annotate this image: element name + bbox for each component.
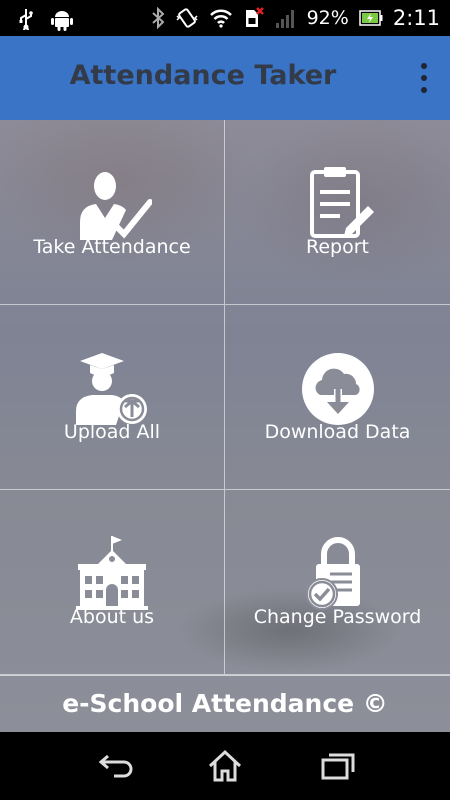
android-icon	[51, 11, 73, 31]
report-tile[interactable]: Report	[225, 120, 450, 305]
overflow-menu-icon	[421, 63, 427, 69]
usb-icon	[19, 9, 33, 30]
vibrate-icon	[176, 8, 198, 28]
school-building-icon	[76, 536, 148, 610]
bluetooth-icon	[151, 7, 165, 29]
graduate-upload-icon	[76, 353, 147, 425]
lock-check-icon	[305, 537, 360, 610]
dashboard-content: Take Attendance Report Upload All Downlo…	[0, 120, 450, 732]
home-icon[interactable]	[205, 748, 245, 784]
footer-brand: e-School Attendance ©	[0, 675, 450, 732]
download-data-label: Download Data	[264, 421, 411, 443]
teacher-check-icon	[80, 172, 152, 240]
clock: 2:11	[392, 6, 440, 30]
download-data-tile[interactable]: Download Data	[225, 305, 450, 490]
upload-all-label: Upload All	[63, 421, 161, 443]
about-us-label: About us	[69, 606, 155, 628]
recent-apps-icon[interactable]	[318, 748, 358, 784]
battery-percent: 92%	[306, 7, 349, 29]
no-sim-icon	[245, 7, 264, 27]
cloud-download-icon	[301, 353, 374, 425]
app-bar: Attendance Taker	[0, 36, 450, 120]
take-attendance-tile[interactable]: Take Attendance	[0, 120, 225, 305]
take-attendance-label: Take Attendance	[33, 236, 191, 258]
clipboard-report-icon	[309, 167, 374, 238]
change-password-tile[interactable]: Change Password	[225, 490, 450, 675]
back-icon[interactable]	[94, 748, 134, 784]
wifi-icon	[209, 9, 232, 28]
menu-grid: Take Attendance Report Upload All Downlo…	[0, 120, 450, 675]
status-bar: 92% 2:11	[0, 0, 450, 36]
overflow-menu-button[interactable]	[406, 58, 442, 98]
about-us-tile[interactable]: About us	[0, 490, 225, 675]
change-password-label: Change Password	[253, 606, 422, 628]
app-title: Attendance Taker	[69, 60, 337, 91]
upload-all-tile[interactable]: Upload All	[0, 305, 225, 490]
signal-icon	[275, 10, 294, 28]
system-nav-bar	[0, 732, 450, 800]
report-label: Report	[306, 236, 369, 258]
battery-icon	[359, 10, 383, 26]
